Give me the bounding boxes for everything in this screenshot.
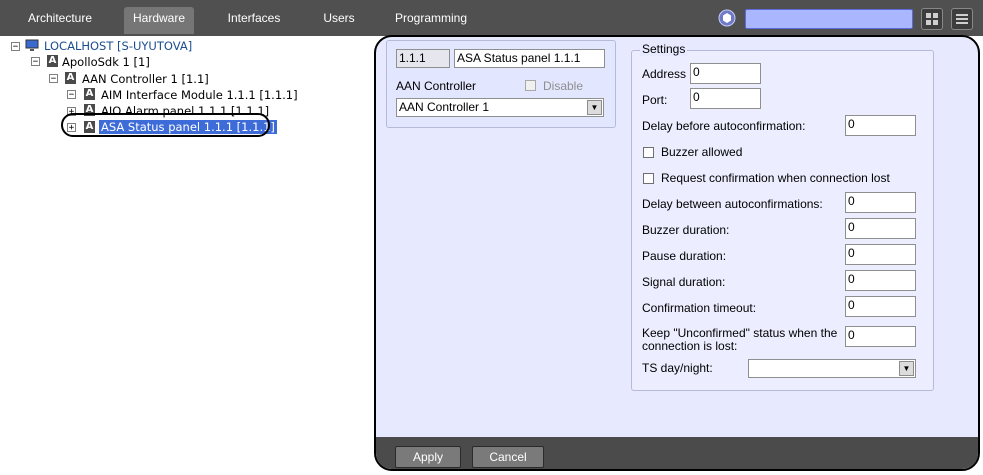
buzzer-duration-label: Buzzer duration: <box>642 223 730 237</box>
tab-interfaces[interactable]: Interfaces <box>218 7 290 34</box>
a-device-icon: A <box>65 72 76 84</box>
delay-between-autoconfirmations-label: Delay between autoconfirmations: <box>642 197 823 211</box>
confirmation-timeout-field[interactable]: 0 <box>845 296 916 317</box>
ts-day-night-label: TS day/night: <box>642 361 713 375</box>
tab-architecture[interactable]: Architecture <box>18 7 102 34</box>
delay-before-autoconfirmation-field[interactable]: 0 <box>845 115 916 136</box>
signal-duration-label: Signal duration: <box>642 275 726 289</box>
keep-unconfirmed-label-line2: connection is lost: <box>642 339 738 353</box>
device-settings-panel: 1.1.1 ASA Status panel 1.1.1 AAN Control… <box>374 35 980 471</box>
a-device-icon: A <box>47 55 58 67</box>
buzzer-allowed-label: Buzzer allowed <box>661 145 743 159</box>
tree-node-aan-controller[interactable]: AAN Controller 1 [1.1] <box>82 72 209 86</box>
buzzer-duration-field[interactable]: 0 <box>845 218 916 239</box>
keep-unconfirmed-field[interactable]: 0 <box>845 326 916 347</box>
disable-checkbox[interactable] <box>525 80 536 91</box>
pause-duration-label: Pause duration: <box>642 249 727 263</box>
port-label: Port: <box>642 93 668 107</box>
chevron-down-icon[interactable]: ▼ <box>899 361 914 376</box>
delay-between-autoconfirmations-field[interactable]: 0 <box>845 192 916 213</box>
port-field[interactable]: 0 <box>690 88 761 109</box>
computer-icon <box>25 39 39 51</box>
cancel-button[interactable]: Cancel <box>472 446 544 468</box>
action-bar: Apply Cancel <box>376 437 978 469</box>
tree-node-apollosdk[interactable]: ApolloSdk 1 [1] <box>62 55 150 69</box>
ts-day-night-dropdown[interactable] <box>748 359 916 378</box>
tab-programming[interactable]: Programming <box>390 7 472 34</box>
top-navigation-bar: Architecture Hardware Interfaces Users P… <box>0 0 983 36</box>
apply-button[interactable]: Apply <box>395 446 461 468</box>
device-name-field[interactable]: ASA Status panel 1.1.1 <box>454 49 605 68</box>
device-id-field: 1.1.1 <box>396 49 450 68</box>
address-field[interactable]: 0 <box>690 63 761 84</box>
collapse-icon[interactable]: − <box>11 42 20 52</box>
chevron-down-icon[interactable]: ▼ <box>587 100 602 115</box>
tree-node-localhost[interactable]: LOCALHOST [S-UYUTOVA] <box>44 39 192 53</box>
parent-controller-dropdown[interactable]: AAN Controller 1 <box>396 98 604 117</box>
search-input[interactable] <box>745 9 913 29</box>
device-tree: − LOCALHOST [S-UYUTOVA] − A ApolloSdk 1 … <box>0 36 376 475</box>
disable-label: Disable <box>543 79 584 93</box>
selection-highlight-oval <box>61 113 270 137</box>
request-confirmation-checkbox[interactable] <box>643 173 654 184</box>
parent-controller-label: AAN Controller <box>396 79 477 93</box>
tab-hardware[interactable]: Hardware <box>124 7 194 34</box>
confirmation-timeout-label: Confirmation timeout: <box>642 301 757 315</box>
collapse-icon[interactable]: − <box>31 57 40 67</box>
settings-gear-icon[interactable] <box>718 9 736 27</box>
layout-grid-icon[interactable] <box>921 8 943 30</box>
a-device-icon: A <box>84 88 95 100</box>
collapse-icon[interactable]: − <box>67 90 76 100</box>
request-confirmation-label: Request confirmation when connection los… <box>661 171 890 185</box>
buzzer-allowed-checkbox[interactable] <box>643 147 654 158</box>
settings-title: Settings <box>640 42 688 56</box>
pause-duration-field[interactable]: 0 <box>845 244 916 265</box>
tab-users[interactable]: Users <box>314 7 364 34</box>
collapse-icon[interactable]: − <box>49 74 58 84</box>
delay-before-autoconfirmation-label: Delay before autoconfirmation: <box>642 119 806 133</box>
signal-duration-field[interactable]: 0 <box>845 270 916 291</box>
menu-icon[interactable] <box>951 8 973 30</box>
tree-node-aim-interface-module[interactable]: AIM Interface Module 1.1.1 [1.1.1] <box>101 88 298 102</box>
address-label: Address <box>642 67 687 81</box>
